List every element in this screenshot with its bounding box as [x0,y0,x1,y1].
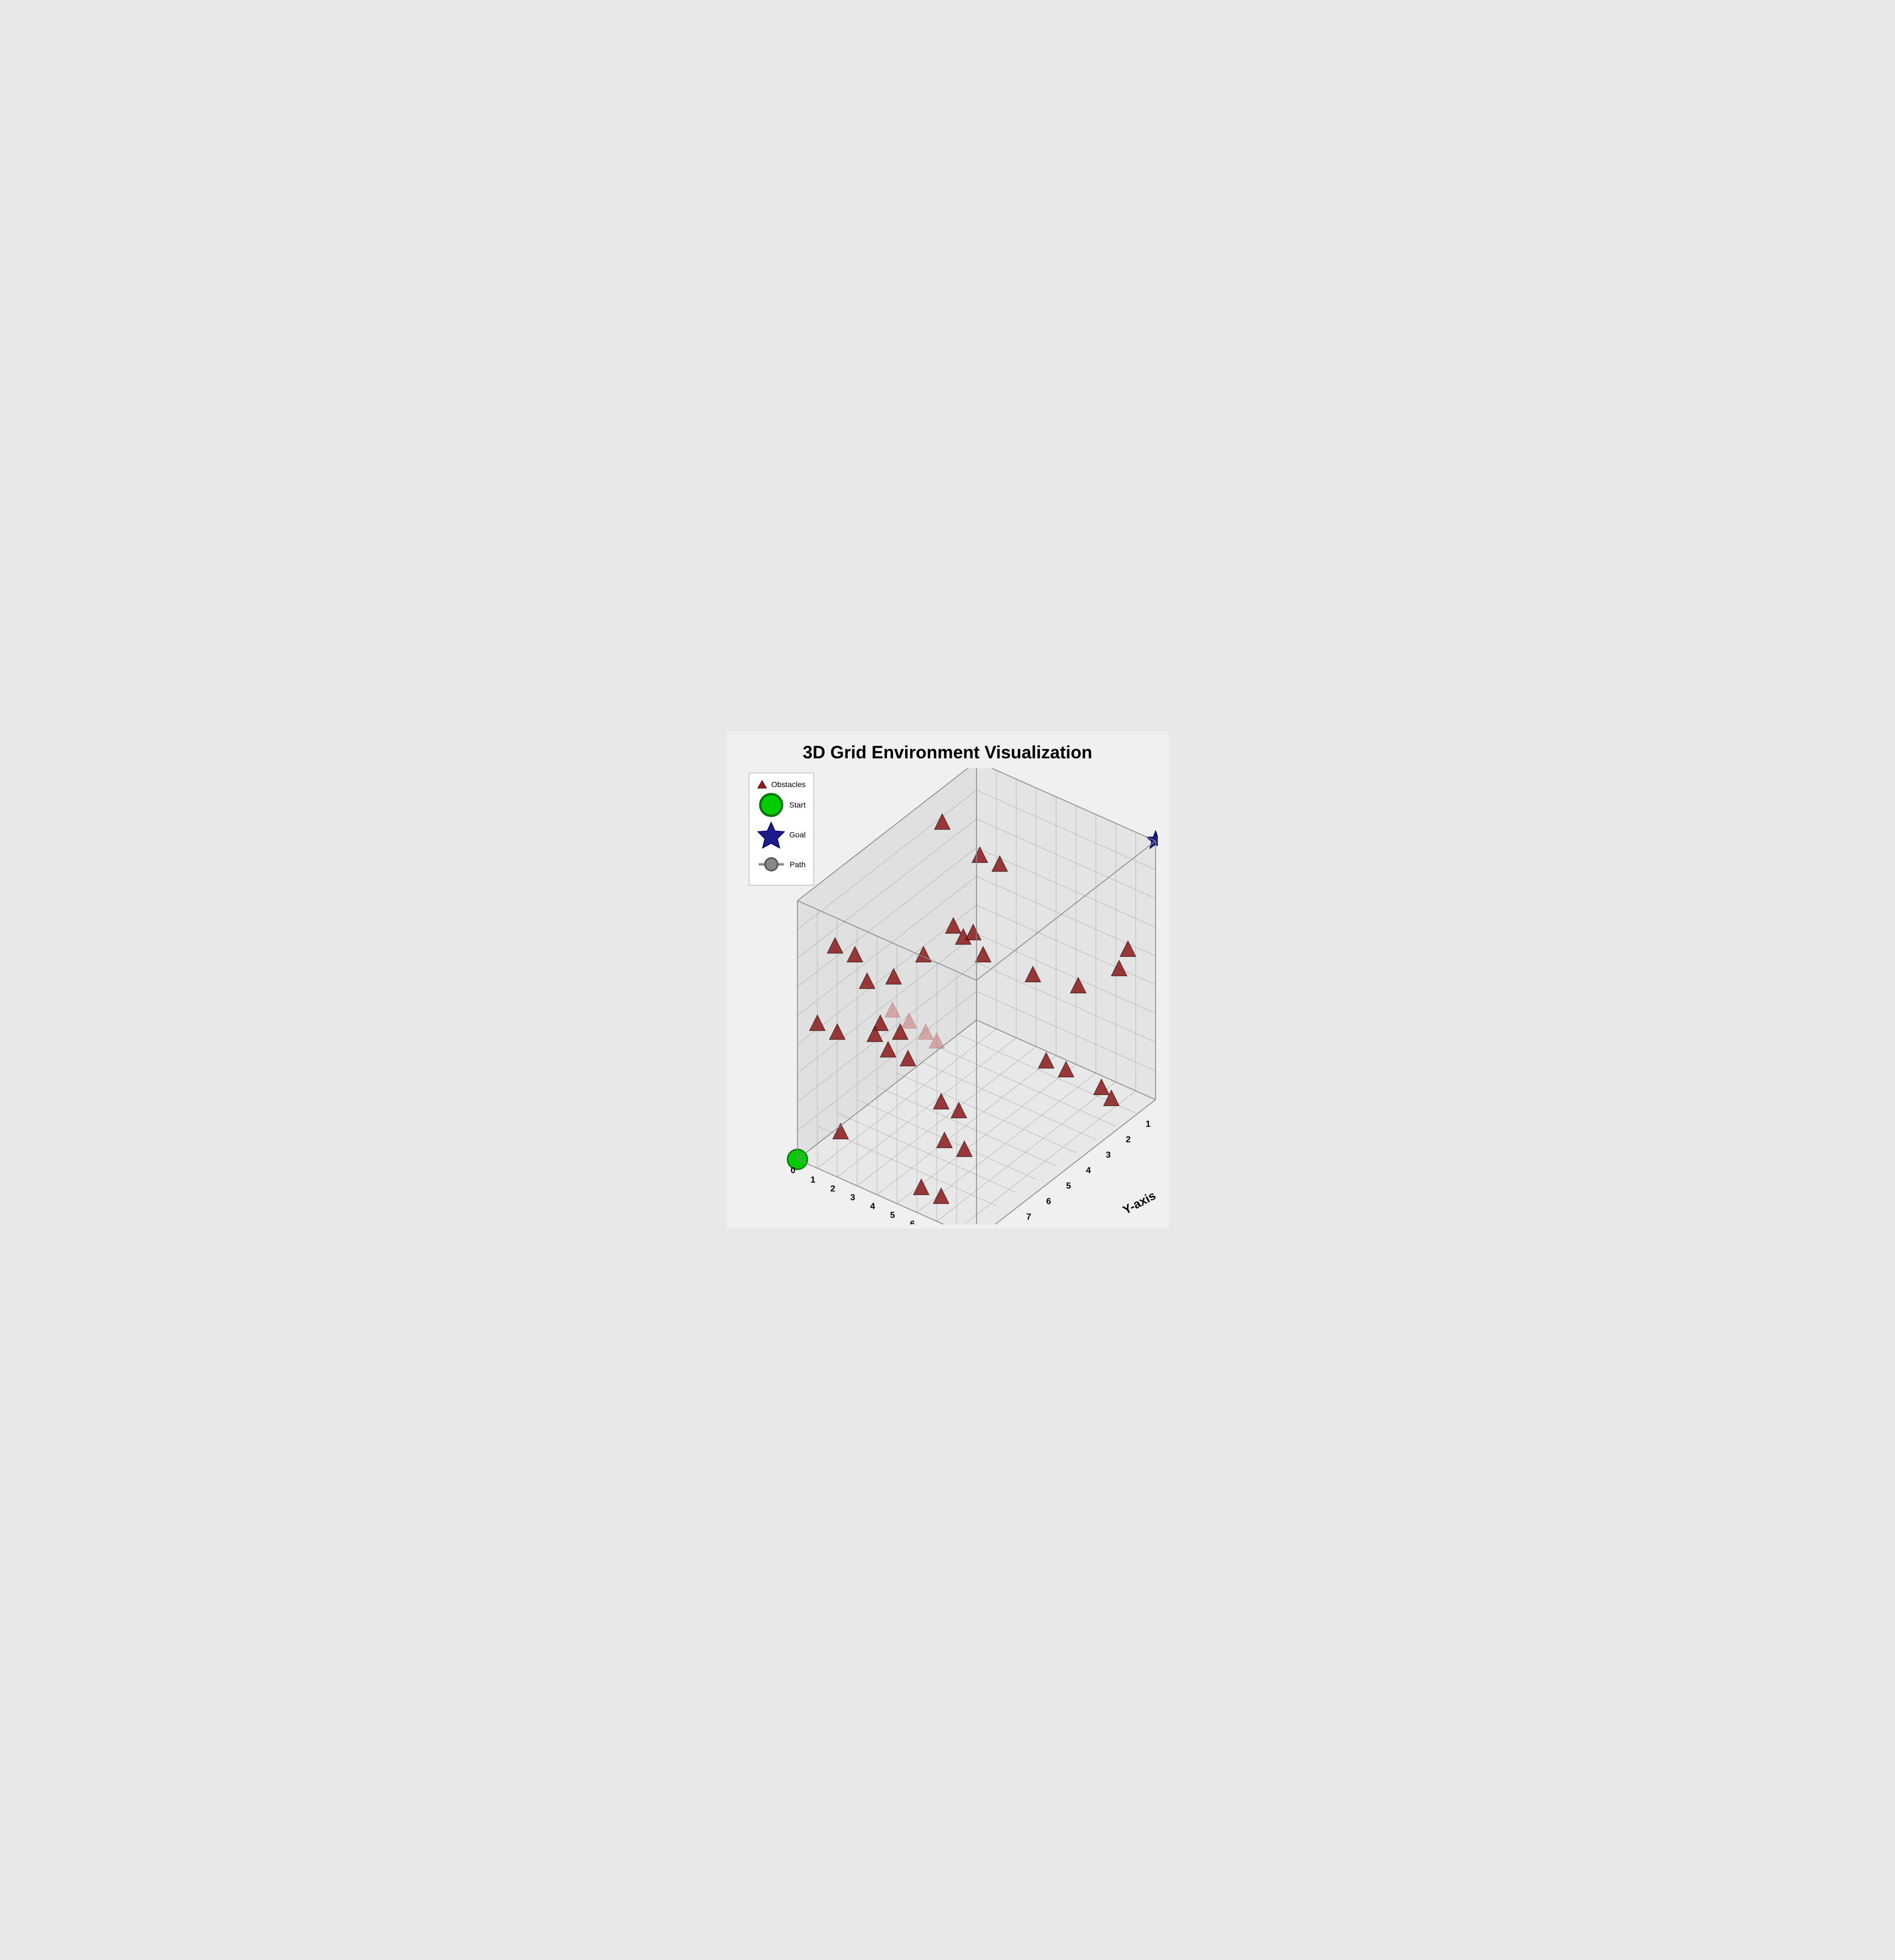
legend-box: Obstacles Start Goal Path [749,773,814,885]
legend-item-obstacles: Obstacles [757,779,806,789]
y-tick-4: 4 [1086,1166,1091,1176]
x-tick-4: 4 [870,1202,875,1212]
x-tick-1: 1 [810,1176,815,1185]
legend-label-obstacles: Obstacles [771,780,806,789]
legend-item-path: Path [757,850,806,878]
legend-item-start: Start [757,791,806,819]
y-tick-5: 5 [1066,1182,1071,1191]
legend-label-path: Path [790,860,806,869]
legend-label-goal: Goal [789,830,806,839]
chart-container: 3D Grid Environment Visualization Obstac… [727,731,1169,1229]
y-tick-7: 7 [1026,1213,1031,1222]
x-tick-5: 5 [890,1211,895,1220]
legend-item-goal: Goal [757,821,806,849]
legend-label-start: Start [789,800,806,809]
y-tick-1: 1 [1146,1120,1151,1129]
x-tick-0: 0 [790,1166,795,1176]
x-tick-3: 3 [850,1193,855,1203]
x-tick-2: 2 [830,1185,835,1194]
y-tick-3: 3 [1106,1151,1111,1160]
x-tick-6: 6 [910,1220,915,1225]
y-tick-6: 6 [1046,1197,1051,1207]
y-tick-2: 2 [1126,1135,1131,1145]
chart-title: 3D Grid Environment Visualization [803,742,1093,763]
